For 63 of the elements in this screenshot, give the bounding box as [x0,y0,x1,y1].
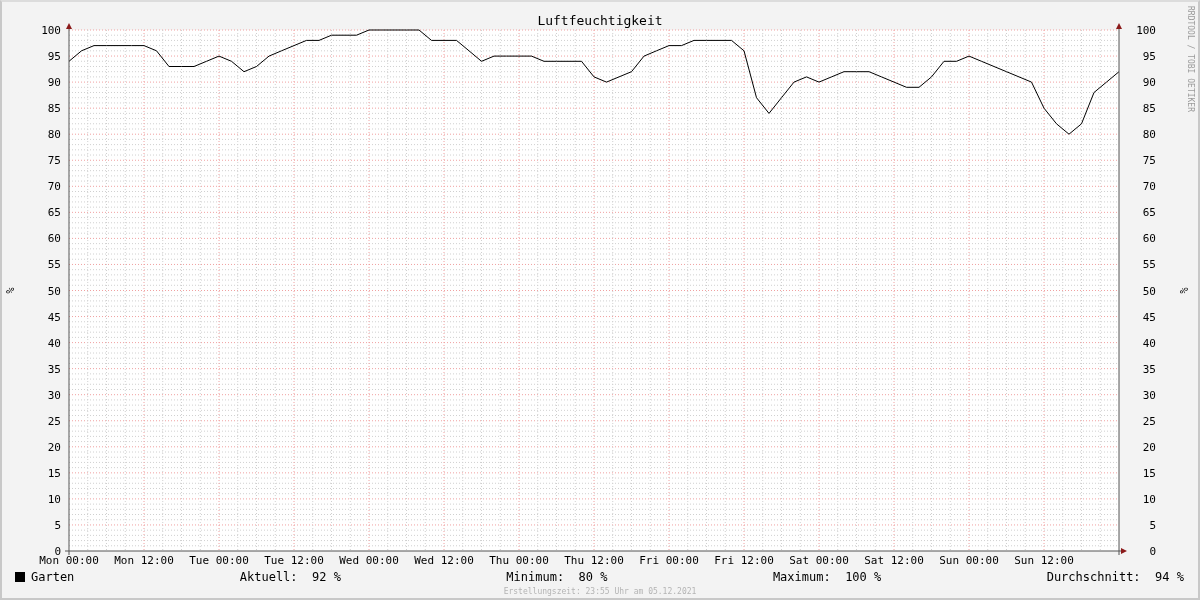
x-tick-label: Wed 00:00 [339,554,399,567]
y-tick-label: 70 [1142,180,1156,194]
legend-label: Garten [31,570,75,584]
y-tick-label: 30 [47,388,61,402]
x-tick-label: Thu 00:00 [489,554,549,567]
y-tick-label: 60 [47,232,61,246]
y-tick-label: 80 [47,128,61,142]
y-tick-label: 20 [47,440,61,454]
y-tick-label: 40 [1142,336,1156,350]
y-tick-label: 25 [47,414,61,428]
legend-stat: Minimum: 80 % [506,570,608,584]
y-tick-label: 75 [1142,154,1156,168]
x-tick-label: Fri 12:00 [714,554,774,567]
y-tick-label: 50 [1142,284,1156,298]
legend-stat: Aktuell: 92 % [239,570,341,584]
y-tick-label: 0 [1149,545,1156,558]
x-tick-label: Sat 00:00 [789,554,849,567]
y-tick-label: 45 [1142,310,1156,324]
y-tick-label: 5 [1149,518,1156,532]
chart-title: Luftfeuchtigkeit [537,13,663,28]
x-tick-label: Tue 00:00 [189,554,249,567]
x-tick-label: Sun 12:00 [1014,554,1074,567]
watermark-text: RRDTOOL / TOBI OETIKER [1186,6,1195,112]
y-tick-label: 90 [47,76,61,90]
y-tick-label: 90 [1142,76,1156,90]
y-tick-label: 85 [47,102,61,116]
y-tick-label: 30 [1142,388,1156,402]
y-tick-label: 65 [47,206,61,220]
y-tick-label: 10 [47,492,61,506]
x-tick-label: Wed 12:00 [414,554,474,567]
x-tick-label: Sat 12:00 [864,554,924,567]
y-tick-label: 95 [47,50,61,64]
y-tick-label: 80 [1142,128,1156,142]
y-tick-label: 65 [1142,206,1156,220]
x-tick-label: Thu 12:00 [564,554,624,567]
y-tick-label: 95 [1142,50,1156,64]
y-tick-label: 25 [1142,414,1156,428]
x-tick-label: Sun 00:00 [939,554,999,567]
y-tick-label: 35 [47,362,61,376]
y-tick-label: 35 [1142,362,1156,376]
y-tick-label: 45 [47,310,61,324]
y-axis-label: % [1178,287,1189,294]
y-tick-label: 15 [1142,466,1156,480]
x-tick-label: Tue 12:00 [264,554,324,567]
legend-stat: Durchschnitt: 94 % [1046,570,1184,584]
y-tick-label: 60 [1142,232,1156,246]
y-tick-label: 55 [1142,258,1156,272]
y-tick-label: 70 [47,180,61,194]
y-tick-label: 5 [54,518,61,532]
y-tick-label: 20 [1142,440,1156,454]
legend-stat: Maximum: 100 % [772,570,882,584]
y-axis-label: % [5,287,16,294]
y-tick-label: 100 [1136,24,1156,37]
y-tick-label: 55 [47,258,61,272]
x-tick-label: Mon 12:00 [114,554,174,567]
y-tick-label: 10 [1142,492,1156,506]
y-tick-label: 85 [1142,102,1156,116]
y-tick-label: 100 [41,24,61,37]
y-tick-label: 40 [47,336,61,350]
y-tick-label: 15 [47,466,61,480]
y-tick-label: 50 [47,284,61,298]
y-tick-label: 75 [47,154,61,168]
x-tick-label: Fri 00:00 [639,554,699,567]
